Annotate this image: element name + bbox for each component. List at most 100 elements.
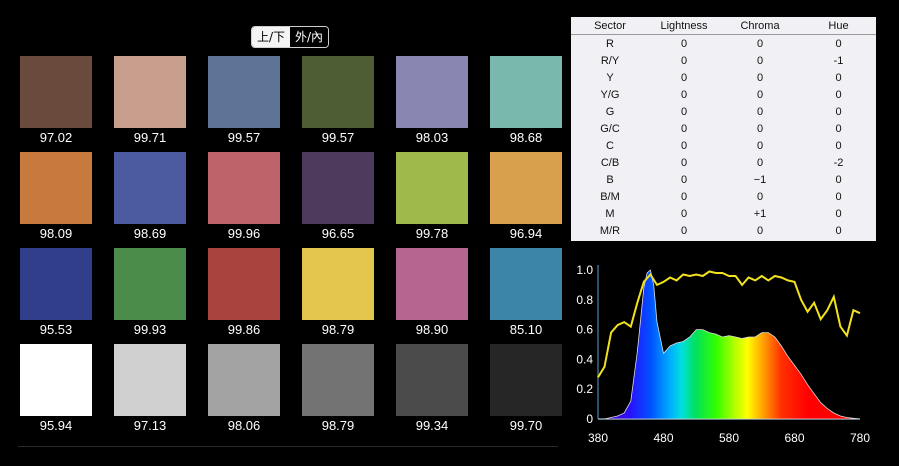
cell-sector: M/R	[599, 224, 621, 237]
cell-hue: 0	[835, 139, 842, 152]
cell-lightness: 0	[680, 105, 688, 118]
table-row: R 0 0 0	[571, 35, 876, 53]
swatch-cell[interactable]: 98.06	[208, 344, 280, 433]
cell-lightness: 0	[680, 88, 688, 101]
color-swatch[interactable]	[208, 56, 280, 128]
swatch-cell[interactable]: 96.94	[490, 152, 562, 241]
swatch-value: 98.03	[415, 130, 449, 145]
cell-sector: B/M	[600, 190, 620, 203]
swatch-cell[interactable]: 98.90	[396, 248, 468, 337]
swatch-cell[interactable]: 98.79	[302, 248, 374, 337]
swatch-cell[interactable]: 99.71	[114, 56, 186, 145]
swatch-cell[interactable]: 95.53	[20, 248, 92, 337]
header-hue: Hue	[801, 17, 876, 35]
color-swatch[interactable]	[490, 56, 562, 128]
cell-chroma: 0	[756, 105, 764, 118]
cell-chroma: 0	[756, 88, 764, 101]
swatch-value: 99.71	[133, 130, 167, 145]
swatch-value: 99.70	[509, 418, 543, 433]
table-row: C/B 0 0 -2	[571, 154, 876, 171]
cell-sector: M	[605, 207, 615, 220]
swatch-cell[interactable]: 99.57	[208, 56, 280, 145]
color-swatch[interactable]	[208, 248, 280, 320]
color-swatch[interactable]	[396, 344, 468, 416]
swatch-cell[interactable]: 98.69	[114, 152, 186, 241]
color-swatch[interactable]	[20, 344, 92, 416]
color-swatch[interactable]	[490, 152, 562, 224]
cell-sector: C	[606, 139, 614, 152]
y-tick-label: 0	[586, 412, 593, 426]
cell-chroma: 0	[756, 71, 764, 84]
x-tick-label: 580	[719, 431, 739, 445]
spectrum-area	[598, 269, 861, 420]
swatch-cell[interactable]: 98.68	[490, 56, 562, 145]
swatch-cell[interactable]: 99.34	[396, 344, 468, 433]
swatch-cell[interactable]: 96.65	[302, 152, 374, 241]
swatch-value: 98.79	[321, 418, 355, 433]
y-tick-label: 0.2	[576, 382, 593, 396]
table-row: C 0 0 0	[571, 137, 876, 154]
x-tick-label: 380	[588, 431, 608, 445]
swatch-cell[interactable]: 99.57	[302, 56, 374, 145]
swatch-value: 99.96	[227, 226, 261, 241]
y-tick-label: 1.0	[576, 263, 593, 277]
swatch-cell[interactable]: 98.03	[396, 56, 468, 145]
swatch-cell[interactable]: 97.13	[114, 344, 186, 433]
swatch-cell[interactable]: 97.02	[20, 56, 92, 145]
cell-hue: 0	[835, 71, 842, 84]
cell-sector: Y/G	[600, 88, 620, 101]
cell-hue: 0	[835, 88, 842, 101]
color-swatch[interactable]	[208, 344, 280, 416]
color-swatch[interactable]	[490, 248, 562, 320]
swatch-cell[interactable]: 99.86	[208, 248, 280, 337]
table-row: B 0 −1 0	[571, 171, 876, 188]
swatch-cell[interactable]: 99.70	[490, 344, 562, 433]
swatch-cell[interactable]: 98.09	[20, 152, 92, 241]
header-sector: Sector	[571, 17, 649, 35]
color-swatch[interactable]	[302, 248, 374, 320]
color-swatch[interactable]	[302, 152, 374, 224]
color-swatch[interactable]	[20, 152, 92, 224]
spectrum-chart: 0 0.2 0.4 0.6 0.8 1.0 380 480 580 680 780	[568, 255, 890, 461]
cell-hue: 0	[835, 207, 842, 220]
color-swatch[interactable]	[396, 248, 468, 320]
color-swatch[interactable]	[208, 152, 280, 224]
cell-hue: -1	[833, 54, 844, 67]
color-swatch[interactable]	[20, 248, 92, 320]
color-swatch[interactable]	[302, 344, 374, 416]
color-swatch[interactable]	[114, 152, 186, 224]
y-tick-label: 0.4	[576, 352, 593, 366]
color-swatch[interactable]	[20, 56, 92, 128]
swatch-cell[interactable]: 95.94	[20, 344, 92, 433]
swatch-value: 99.78	[415, 226, 449, 241]
cell-chroma: 0	[756, 37, 764, 50]
cell-hue: 0	[835, 224, 842, 237]
color-swatch[interactable]	[302, 56, 374, 128]
cell-hue: -2	[833, 156, 844, 169]
cell-sector: G	[605, 105, 615, 118]
cell-sector: R	[606, 37, 614, 50]
cell-lightness: 0	[680, 173, 688, 186]
color-swatch[interactable]	[114, 248, 186, 320]
swatch-cell[interactable]: 85.10	[490, 248, 562, 337]
color-swatch[interactable]	[490, 344, 562, 416]
cell-lightness: 0	[680, 122, 688, 135]
swatch-cell[interactable]: 99.93	[114, 248, 186, 337]
x-tick-label: 780	[850, 431, 870, 445]
color-swatch[interactable]	[396, 152, 468, 224]
cell-hue: 0	[835, 173, 842, 186]
swatch-cell[interactable]: 98.79	[302, 344, 374, 433]
color-swatch[interactable]	[114, 56, 186, 128]
color-swatch[interactable]	[114, 344, 186, 416]
swatch-cell[interactable]: 99.96	[208, 152, 280, 241]
header-lightness: Lightness	[649, 17, 719, 35]
cell-sector: R/Y	[600, 54, 620, 67]
table-row: B/M 0 0 0	[571, 188, 876, 205]
cell-sector: B	[606, 173, 614, 186]
cell-chroma: −1	[753, 173, 767, 186]
swatch-cell[interactable]: 99.78	[396, 152, 468, 241]
cell-chroma: 0	[756, 139, 764, 152]
color-swatch[interactable]	[396, 56, 468, 128]
cell-sector: G/C	[600, 122, 620, 135]
cell-chroma: 0	[756, 224, 764, 237]
